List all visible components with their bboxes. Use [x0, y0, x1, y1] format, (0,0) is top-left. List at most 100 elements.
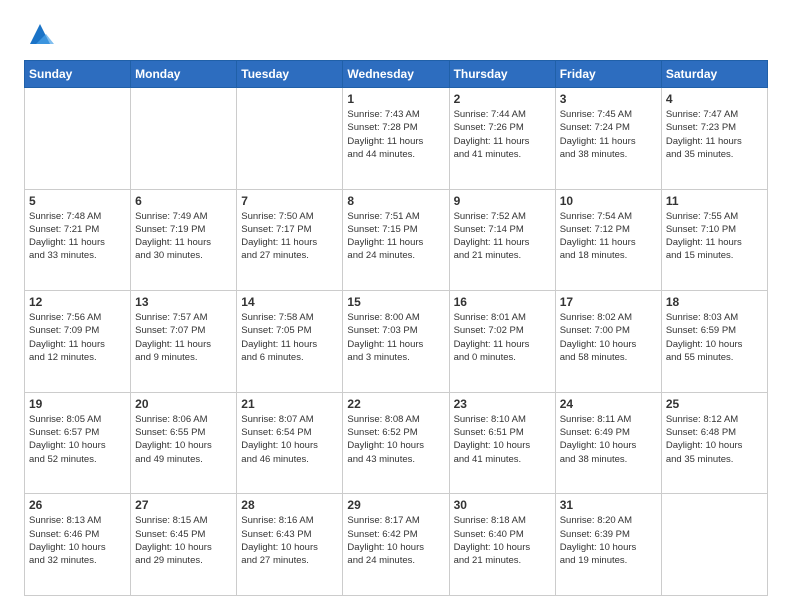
- day-info: Sunrise: 7:52 AM Sunset: 7:14 PM Dayligh…: [454, 210, 551, 263]
- weekday-header: Sunday: [25, 61, 131, 88]
- day-info: Sunrise: 7:45 AM Sunset: 7:24 PM Dayligh…: [560, 108, 657, 161]
- calendar-day-cell: 18Sunrise: 8:03 AM Sunset: 6:59 PM Dayli…: [661, 291, 767, 393]
- calendar-week-row: 1 Sunrise: 7:43 AM Sunset: 7:28 PM Daylig…: [25, 88, 768, 190]
- day-number: 6: [135, 194, 232, 208]
- calendar-day-cell: 9Sunrise: 7:52 AM Sunset: 7:14 PM Daylig…: [449, 189, 555, 291]
- calendar-day-cell: 10 Sunrise: 7:54 AM Sunset: 7:12 PM Dayli…: [555, 189, 661, 291]
- weekday-header: Thursday: [449, 61, 555, 88]
- day-info: Sunrise: 7:50 AM Sunset: 7:17 PM Dayligh…: [241, 210, 338, 263]
- calendar-day-cell: 3 Sunrise: 7:45 AM Sunset: 7:24 PM Daylig…: [555, 88, 661, 190]
- day-info: Sunrise: 8:18 AM Sunset: 6:40 PM Dayligh…: [454, 514, 551, 567]
- calendar-day-cell: 20Sunrise: 8:06 AM Sunset: 6:55 PM Dayli…: [131, 392, 237, 494]
- calendar-day-cell: [661, 494, 767, 596]
- day-number: 22: [347, 397, 444, 411]
- weekday-header: Saturday: [661, 61, 767, 88]
- day-number: 4: [666, 92, 763, 106]
- day-info: Sunrise: 8:12 AM Sunset: 6:48 PM Dayligh…: [666, 413, 763, 466]
- day-number: 8: [347, 194, 444, 208]
- calendar-day-cell: 31 Sunrise: 8:20 AM Sunset: 6:39 PM Dayli…: [555, 494, 661, 596]
- day-info: Sunrise: 7:56 AM Sunset: 7:09 PM Dayligh…: [29, 311, 126, 364]
- calendar-day-cell: 12 Sunrise: 7:56 AM Sunset: 7:09 PM Dayli…: [25, 291, 131, 393]
- day-number: 14: [241, 295, 338, 309]
- day-number: 13: [135, 295, 232, 309]
- day-info: Sunrise: 7:49 AM Sunset: 7:19 PM Dayligh…: [135, 210, 232, 263]
- day-number: 16: [454, 295, 551, 309]
- day-number: 23: [454, 397, 551, 411]
- calendar-day-cell: 24 Sunrise: 8:11 AM Sunset: 6:49 PM Dayli…: [555, 392, 661, 494]
- calendar-day-cell: 13 Sunrise: 7:57 AM Sunset: 7:07 PM Dayli…: [131, 291, 237, 393]
- calendar-day-cell: 22 Sunrise: 8:08 AM Sunset: 6:52 PM Dayli…: [343, 392, 449, 494]
- header: [24, 20, 768, 48]
- calendar-day-cell: 14 Sunrise: 7:58 AM Sunset: 7:05 PM Dayli…: [237, 291, 343, 393]
- day-number: 7: [241, 194, 338, 208]
- weekday-header: Friday: [555, 61, 661, 88]
- day-number: 18: [666, 295, 763, 309]
- calendar-day-cell: 15 Sunrise: 8:00 AM Sunset: 7:03 PM Dayli…: [343, 291, 449, 393]
- day-info: Sunrise: 7:44 AM Sunset: 7:26 PM Dayligh…: [454, 108, 551, 161]
- day-info: Sunrise: 8:10 AM Sunset: 6:51 PM Dayligh…: [454, 413, 551, 466]
- calendar-day-cell: [237, 88, 343, 190]
- day-info: Sunrise: 8:17 AM Sunset: 6:42 PM Dayligh…: [347, 514, 444, 567]
- day-number: 31: [560, 498, 657, 512]
- weekday-header: Wednesday: [343, 61, 449, 88]
- day-info: Sunrise: 7:58 AM Sunset: 7:05 PM Dayligh…: [241, 311, 338, 364]
- day-info: Sunrise: 8:00 AM Sunset: 7:03 PM Dayligh…: [347, 311, 444, 364]
- calendar-day-cell: 25 Sunrise: 8:12 AM Sunset: 6:48 PM Dayli…: [661, 392, 767, 494]
- day-info: Sunrise: 8:15 AM Sunset: 6:45 PM Dayligh…: [135, 514, 232, 567]
- calendar-week-row: 12 Sunrise: 7:56 AM Sunset: 7:09 PM Dayli…: [25, 291, 768, 393]
- calendar-day-cell: 27Sunrise: 8:15 AM Sunset: 6:45 PM Dayli…: [131, 494, 237, 596]
- logo: [24, 20, 54, 48]
- calendar-day-cell: 1 Sunrise: 7:43 AM Sunset: 7:28 PM Daylig…: [343, 88, 449, 190]
- day-number: 24: [560, 397, 657, 411]
- calendar-day-cell: 30Sunrise: 8:18 AM Sunset: 6:40 PM Dayli…: [449, 494, 555, 596]
- day-number: 1: [347, 92, 444, 106]
- day-info: Sunrise: 8:02 AM Sunset: 7:00 PM Dayligh…: [560, 311, 657, 364]
- day-info: Sunrise: 8:08 AM Sunset: 6:52 PM Dayligh…: [347, 413, 444, 466]
- day-number: 26: [29, 498, 126, 512]
- calendar-day-cell: 7 Sunrise: 7:50 AM Sunset: 7:17 PM Daylig…: [237, 189, 343, 291]
- weekday-header: Tuesday: [237, 61, 343, 88]
- day-number: 10: [560, 194, 657, 208]
- day-info: Sunrise: 8:01 AM Sunset: 7:02 PM Dayligh…: [454, 311, 551, 364]
- calendar-week-row: 19Sunrise: 8:05 AM Sunset: 6:57 PM Dayli…: [25, 392, 768, 494]
- day-info: Sunrise: 7:54 AM Sunset: 7:12 PM Dayligh…: [560, 210, 657, 263]
- day-number: 11: [666, 194, 763, 208]
- calendar-day-cell: 23 Sunrise: 8:10 AM Sunset: 6:51 PM Dayli…: [449, 392, 555, 494]
- day-number: 2: [454, 92, 551, 106]
- day-number: 25: [666, 397, 763, 411]
- day-info: Sunrise: 8:07 AM Sunset: 6:54 PM Dayligh…: [241, 413, 338, 466]
- calendar-day-cell: 5 Sunrise: 7:48 AM Sunset: 7:21 PM Daylig…: [25, 189, 131, 291]
- day-number: 3: [560, 92, 657, 106]
- day-info: Sunrise: 7:47 AM Sunset: 7:23 PM Dayligh…: [666, 108, 763, 161]
- calendar-day-cell: 6 Sunrise: 7:49 AM Sunset: 7:19 PM Daylig…: [131, 189, 237, 291]
- day-info: Sunrise: 7:57 AM Sunset: 7:07 PM Dayligh…: [135, 311, 232, 364]
- calendar-week-row: 5 Sunrise: 7:48 AM Sunset: 7:21 PM Daylig…: [25, 189, 768, 291]
- day-number: 12: [29, 295, 126, 309]
- day-number: 28: [241, 498, 338, 512]
- calendar-header-row: SundayMondayTuesdayWednesdayThursdayFrid…: [25, 61, 768, 88]
- calendar-day-cell: 4 Sunrise: 7:47 AM Sunset: 7:23 PM Daylig…: [661, 88, 767, 190]
- day-number: 15: [347, 295, 444, 309]
- calendar-week-row: 26 Sunrise: 8:13 AM Sunset: 6:46 PM Dayli…: [25, 494, 768, 596]
- day-info: Sunrise: 7:43 AM Sunset: 7:28 PM Dayligh…: [347, 108, 444, 161]
- day-number: 20: [135, 397, 232, 411]
- day-info: Sunrise: 8:13 AM Sunset: 6:46 PM Dayligh…: [29, 514, 126, 567]
- calendar-day-cell: [131, 88, 237, 190]
- calendar: SundayMondayTuesdayWednesdayThursdayFrid…: [24, 60, 768, 596]
- calendar-day-cell: 2 Sunrise: 7:44 AM Sunset: 7:26 PM Daylig…: [449, 88, 555, 190]
- logo-icon: [26, 20, 54, 48]
- calendar-day-cell: 19Sunrise: 8:05 AM Sunset: 6:57 PM Dayli…: [25, 392, 131, 494]
- calendar-day-cell: 16 Sunrise: 8:01 AM Sunset: 7:02 PM Dayli…: [449, 291, 555, 393]
- calendar-day-cell: 26 Sunrise: 8:13 AM Sunset: 6:46 PM Dayli…: [25, 494, 131, 596]
- calendar-day-cell: 28Sunrise: 8:16 AM Sunset: 6:43 PM Dayli…: [237, 494, 343, 596]
- day-number: 5: [29, 194, 126, 208]
- page: SundayMondayTuesdayWednesdayThursdayFrid…: [0, 0, 792, 612]
- logo-text: [24, 20, 54, 48]
- day-info: Sunrise: 8:11 AM Sunset: 6:49 PM Dayligh…: [560, 413, 657, 466]
- day-number: 17: [560, 295, 657, 309]
- day-number: 29: [347, 498, 444, 512]
- day-number: 21: [241, 397, 338, 411]
- day-info: Sunrise: 7:48 AM Sunset: 7:21 PM Dayligh…: [29, 210, 126, 263]
- calendar-day-cell: [25, 88, 131, 190]
- day-info: Sunrise: 8:20 AM Sunset: 6:39 PM Dayligh…: [560, 514, 657, 567]
